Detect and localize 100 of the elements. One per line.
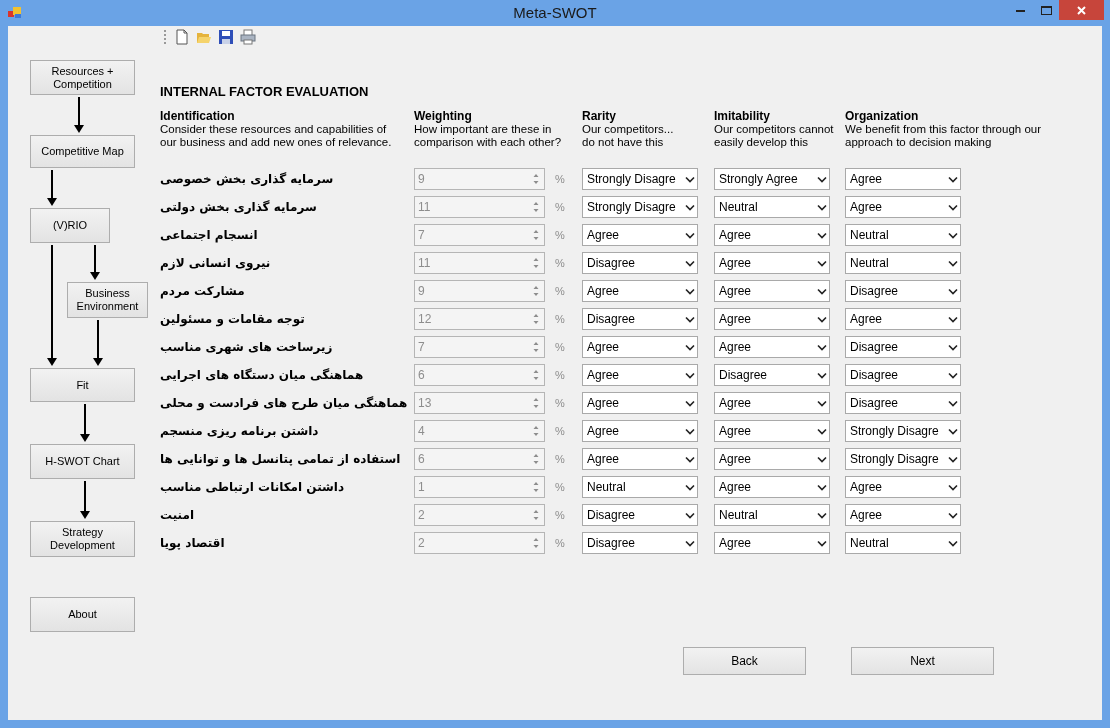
dropdown[interactable]: Agree bbox=[714, 224, 830, 246]
unit-label: % bbox=[555, 285, 565, 297]
nav-button[interactable]: Back bbox=[683, 647, 806, 675]
dropdown[interactable]: Agree bbox=[845, 476, 961, 498]
dropdown[interactable]: Agree bbox=[714, 336, 830, 358]
step-button[interactable]: Business Environment bbox=[67, 282, 148, 318]
chevron-icon bbox=[685, 427, 695, 435]
dropdown[interactable]: Agree bbox=[714, 532, 830, 554]
chevron-icon bbox=[817, 511, 827, 519]
unit-label: % bbox=[555, 425, 565, 437]
step-button[interactable]: Fit bbox=[30, 368, 135, 402]
chevron-icon bbox=[948, 259, 958, 267]
dropdown[interactable]: Disagree bbox=[845, 280, 961, 302]
column-description: We benefit from this factor through our approach to decision making bbox=[845, 123, 1043, 149]
dropdown[interactable]: Neutral bbox=[845, 532, 961, 554]
dropdown[interactable]: Agree bbox=[582, 392, 698, 414]
dropdown[interactable]: Neutral bbox=[845, 224, 961, 246]
dropdown[interactable]: Disagree bbox=[845, 364, 961, 386]
chevron-icon bbox=[817, 287, 827, 295]
chevron-icon bbox=[817, 259, 827, 267]
dropdown[interactable]: Agree bbox=[714, 448, 830, 470]
dropdown[interactable]: Agree bbox=[582, 280, 698, 302]
chevron-icon bbox=[685, 203, 695, 211]
dropdown[interactable]: Neutral bbox=[845, 252, 961, 274]
step-button[interactable]: H-SWOT Chart bbox=[30, 444, 135, 479]
factor-label: نیروی انسانی لازم bbox=[160, 255, 271, 273]
factor-label: سرمایه گذاری بخش خصوصی bbox=[160, 171, 334, 189]
dropdown[interactable]: Agree bbox=[582, 420, 698, 442]
unit-label: % bbox=[555, 481, 565, 493]
unit-label: % bbox=[555, 369, 565, 381]
new-document-icon[interactable] bbox=[174, 29, 190, 45]
column-title: Weighting bbox=[414, 110, 473, 123]
column-description: How important are these in comparison with each other? bbox=[414, 123, 563, 149]
dropdown[interactable]: Disagree bbox=[582, 504, 698, 526]
save-icon[interactable] bbox=[218, 29, 234, 45]
dropdown[interactable]: Agree bbox=[582, 448, 698, 470]
chevron-icon bbox=[948, 315, 958, 323]
nav-button[interactable]: Next bbox=[851, 647, 994, 675]
dropdown[interactable]: Agree bbox=[714, 476, 830, 498]
factor-label: مشارکت مردم bbox=[160, 283, 245, 301]
chevron-icon bbox=[817, 315, 827, 323]
unit-label: % bbox=[555, 201, 565, 213]
dropdown[interactable]: Agree bbox=[714, 308, 830, 330]
dropdown[interactable]: Disagree bbox=[845, 336, 961, 358]
dropdown[interactable]: Agree bbox=[582, 336, 698, 358]
chevron-icon bbox=[685, 399, 695, 407]
dropdown[interactable]: Disagree bbox=[582, 252, 698, 274]
step-button[interactable]: Resources + Competition bbox=[30, 60, 135, 95]
dropdown[interactable]: Agree bbox=[714, 252, 830, 274]
dropdown[interactable]: Strongly Disagre bbox=[845, 420, 961, 442]
chevron-icon bbox=[685, 511, 695, 519]
factor-label: داشتن برنامه ریزی منسجم bbox=[160, 423, 319, 440]
dropdown[interactable]: Neutral bbox=[714, 196, 830, 218]
step-button[interactable]: About bbox=[30, 597, 135, 632]
factor-label: امنیت bbox=[160, 507, 195, 524]
dropdown[interactable]: Agree bbox=[582, 364, 698, 386]
step-button[interactable]: Strategy Development bbox=[30, 521, 135, 557]
unit-label: % bbox=[555, 397, 565, 409]
chevron-icon bbox=[948, 287, 958, 295]
factor-label: داشتن امکانات ارتباطی مناسب bbox=[160, 479, 345, 496]
column-title: Identification bbox=[160, 110, 236, 123]
close-button[interactable] bbox=[1059, 0, 1104, 20]
dropdown[interactable]: Neutral bbox=[714, 504, 830, 526]
dropdown[interactable]: Strongly Disagre bbox=[582, 168, 698, 190]
maximize-icon bbox=[1040, 5, 1052, 15]
dropdown[interactable]: Disagree bbox=[714, 364, 830, 386]
dropdown[interactable]: Agree bbox=[714, 420, 830, 442]
dropdown[interactable]: Disagree bbox=[582, 532, 698, 554]
chevron-icon bbox=[817, 539, 827, 547]
dropdown[interactable]: Strongly Disagre bbox=[845, 448, 961, 470]
chevron-icon bbox=[685, 315, 695, 323]
chevron-icon bbox=[948, 343, 958, 351]
dropdown[interactable]: Disagree bbox=[845, 392, 961, 414]
dropdown[interactable]: Neutral bbox=[582, 476, 698, 498]
dropdown[interactable]: Agree bbox=[845, 504, 961, 526]
chevron-icon bbox=[817, 231, 827, 239]
window-title: Meta-SWOT bbox=[513, 4, 597, 21]
dropdown[interactable]: Agree bbox=[714, 280, 830, 302]
step-button[interactable]: Competitive Map bbox=[30, 135, 135, 168]
unit-label: % bbox=[555, 257, 565, 269]
factor-label: هماهنگی میان طرح های فرادست و محلی bbox=[160, 395, 408, 413]
dropdown[interactable]: Agree bbox=[714, 392, 830, 414]
factor-label: زیرساخت های شهری مناسب bbox=[160, 339, 333, 356]
chevron-icon bbox=[685, 483, 695, 491]
dropdown[interactable]: Agree bbox=[845, 308, 961, 330]
dropdown[interactable]: Disagree bbox=[582, 308, 698, 330]
unit-label: % bbox=[555, 229, 565, 241]
dropdown[interactable]: Agree bbox=[582, 224, 698, 246]
factor-label: استفاده از تمامی پتانسل ها و توانایی ها bbox=[160, 451, 401, 469]
dropdown[interactable]: Agree bbox=[845, 168, 961, 190]
dropdown[interactable]: Strongly Agree bbox=[714, 168, 830, 190]
dropdown[interactable]: Agree bbox=[845, 196, 961, 218]
step-button[interactable]: (V)RIO bbox=[30, 208, 110, 243]
unit-label: % bbox=[555, 453, 565, 465]
factor-label: انسجام اجتماعی bbox=[160, 227, 258, 245]
chevron-icon bbox=[948, 483, 958, 491]
flow-arrow bbox=[93, 320, 103, 366]
dropdown[interactable]: Strongly Disagre bbox=[582, 196, 698, 218]
printer-icon[interactable] bbox=[240, 29, 256, 45]
app-icon bbox=[8, 7, 22, 19]
